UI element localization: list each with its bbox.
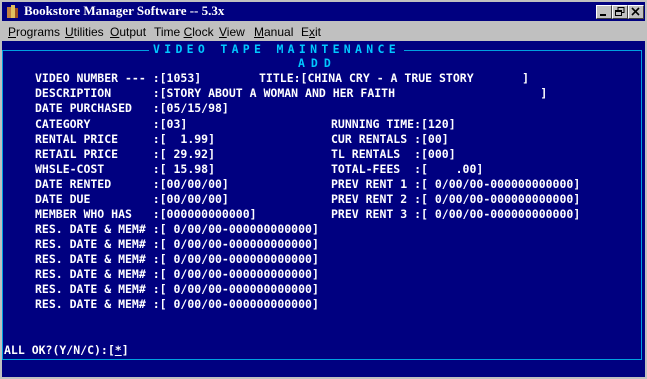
menu-time-clock[interactable]: Time Clock bbox=[154, 25, 214, 39]
menu-utilities[interactable]: Utilities bbox=[65, 25, 104, 39]
field-category[interactable]: CATEGORY :[03] bbox=[35, 117, 187, 132]
close-icon bbox=[631, 7, 640, 16]
minimize-icon bbox=[600, 14, 606, 16]
minimize-button[interactable] bbox=[596, 5, 612, 19]
field-reservation[interactable]: RES. DATE & MEM# :[ 0/00/00-000000000000… bbox=[35, 252, 319, 267]
screen-header: VIDEO TAPE MAINTENANCE bbox=[149, 42, 404, 56]
confirm-prompt-close: ] bbox=[121, 343, 129, 357]
menu-exit[interactable]: Exit bbox=[301, 25, 321, 39]
field-reservation[interactable]: RES. DATE & MEM# :[ 0/00/00-000000000000… bbox=[35, 282, 319, 297]
app-window: Bookstore Manager Software -- 5.3x Progr… bbox=[0, 0, 647, 379]
field-video-number[interactable]: VIDEO NUMBER --- :[1053] bbox=[35, 71, 201, 86]
screen-mode: ADD bbox=[298, 56, 337, 70]
app-icon[interactable] bbox=[6, 4, 20, 19]
confirm-prompt-label: ALL OK?(Y/N/C):[ bbox=[4, 343, 115, 357]
field-prev-rent-3[interactable]: PREV RENT 3 :[ 0/00/00-000000000000] bbox=[331, 207, 580, 222]
field-total-fees[interactable]: TOTAL-FEES :[ .00] bbox=[331, 162, 483, 177]
menu-bar: Programs Utilities Output Time Clock Vie… bbox=[2, 23, 645, 41]
title-bar[interactable]: Bookstore Manager Software -- 5.3x bbox=[2, 2, 645, 21]
field-reservation[interactable]: RES. DATE & MEM# :[ 0/00/00-000000000000… bbox=[35, 267, 319, 282]
field-title[interactable]: TITLE:[CHINA CRY - A TRUE STORY ] bbox=[259, 71, 529, 86]
confirm-prompt: ALL OK?(Y/N/C):[*] bbox=[4, 343, 129, 357]
restore-icon bbox=[615, 7, 625, 16]
restore-button[interactable] bbox=[612, 5, 628, 19]
field-description[interactable]: DESCRIPTION :[STORY ABOUT A WOMAN AND HE… bbox=[35, 86, 547, 101]
console-screen[interactable]: VIDEO TAPE MAINTENANCE ADD VIDEO NUMBER … bbox=[2, 41, 645, 377]
field-rental-price[interactable]: RENTAL PRICE :[ 1.99] bbox=[35, 132, 215, 147]
field-date-due[interactable]: DATE DUE :[00/00/00] bbox=[35, 192, 229, 207]
close-button[interactable] bbox=[628, 5, 644, 19]
field-date-purchased[interactable]: DATE PURCHASED :[05/15/98] bbox=[35, 101, 229, 116]
field-whsle-cost[interactable]: WHSLE-COST :[ 15.98] bbox=[35, 162, 215, 177]
menu-output[interactable]: Output bbox=[110, 25, 146, 39]
field-cur-rentals[interactable]: CUR RENTALS :[00] bbox=[331, 132, 449, 147]
field-tl-rentals[interactable]: TL RENTALS :[000] bbox=[331, 147, 456, 162]
field-member-who-has[interactable]: MEMBER WHO HAS :[000000000000] bbox=[35, 207, 257, 222]
field-running-time[interactable]: RUNNING TIME:[120] bbox=[331, 117, 456, 132]
field-date-rented[interactable]: DATE RENTED :[00/00/00] bbox=[35, 177, 229, 192]
field-reservation[interactable]: RES. DATE & MEM# :[ 0/00/00-000000000000… bbox=[35, 222, 319, 237]
window-title: Bookstore Manager Software -- 5.3x bbox=[24, 3, 225, 18]
field-prev-rent-2[interactable]: PREV RENT 2 :[ 0/00/00-000000000000] bbox=[331, 192, 580, 207]
field-reservation[interactable]: RES. DATE & MEM# :[ 0/00/00-000000000000… bbox=[35, 237, 319, 252]
menu-view[interactable]: View bbox=[219, 25, 245, 39]
field-prev-rent-1[interactable]: PREV RENT 1 :[ 0/00/00-000000000000] bbox=[331, 177, 580, 192]
field-retail-price[interactable]: RETAIL PRICE :[ 29.92] bbox=[35, 147, 215, 162]
field-reservation[interactable]: RES. DATE & MEM# :[ 0/00/00-000000000000… bbox=[35, 297, 319, 312]
menu-programs[interactable]: Programs bbox=[8, 25, 60, 39]
menu-manual[interactable]: Manual bbox=[254, 25, 293, 39]
confirm-input[interactable]: * bbox=[115, 343, 122, 357]
